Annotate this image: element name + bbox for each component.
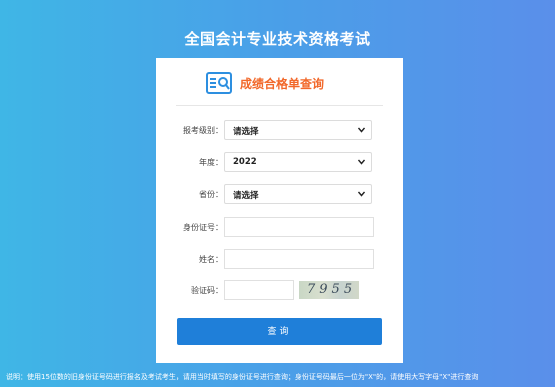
id-number-row: 身份证号： bbox=[156, 217, 403, 239]
name-input[interactable] bbox=[224, 249, 374, 269]
exam-level-label: 报考级别： bbox=[183, 126, 223, 135]
exam-level-row: 报考级别： 请选择 bbox=[156, 120, 403, 142]
captcha-code: 7955 bbox=[307, 282, 357, 297]
chevron-down-icon bbox=[358, 127, 365, 133]
province-row: 省份： 请选择 bbox=[156, 184, 403, 206]
exam-level-value: 请选择 bbox=[233, 127, 259, 137]
footnote: 说明：使用15位数的旧身份证号码进行报名及考试考生，请用当时填写的身份证号进行查… bbox=[6, 373, 479, 381]
year-row: 年度： 2022 bbox=[156, 152, 403, 174]
captcha-row: 验证码： 7955 bbox=[156, 280, 403, 302]
captcha-label: 验证码： bbox=[191, 286, 223, 295]
id-number-input[interactable] bbox=[224, 217, 374, 237]
chevron-down-icon bbox=[358, 191, 365, 197]
panel-header: 成绩合格单查询 bbox=[156, 58, 403, 106]
header-divider bbox=[176, 105, 383, 106]
year-label: 年度： bbox=[199, 158, 223, 167]
province-label: 省份： bbox=[199, 190, 223, 199]
captcha-image[interactable]: 7955 bbox=[299, 281, 359, 299]
name-row: 姓名： bbox=[156, 249, 403, 271]
year-value: 2022 bbox=[233, 157, 257, 167]
query-document-icon bbox=[206, 72, 232, 94]
captcha-input[interactable] bbox=[224, 280, 294, 300]
name-label: 姓名： bbox=[199, 255, 223, 264]
province-value: 请选择 bbox=[233, 191, 259, 201]
panel-heading: 成绩合格单查询 bbox=[240, 77, 325, 91]
id-number-label: 身份证号： bbox=[183, 223, 223, 232]
query-button[interactable]: 查询 bbox=[177, 318, 382, 345]
province-select[interactable]: 请选择 bbox=[224, 184, 372, 204]
year-select[interactable]: 2022 bbox=[224, 152, 372, 172]
chevron-down-icon bbox=[358, 159, 365, 165]
exam-level-select[interactable]: 请选择 bbox=[224, 120, 372, 140]
page-title: 全国会计专业技术资格考试 bbox=[184, 30, 371, 48]
